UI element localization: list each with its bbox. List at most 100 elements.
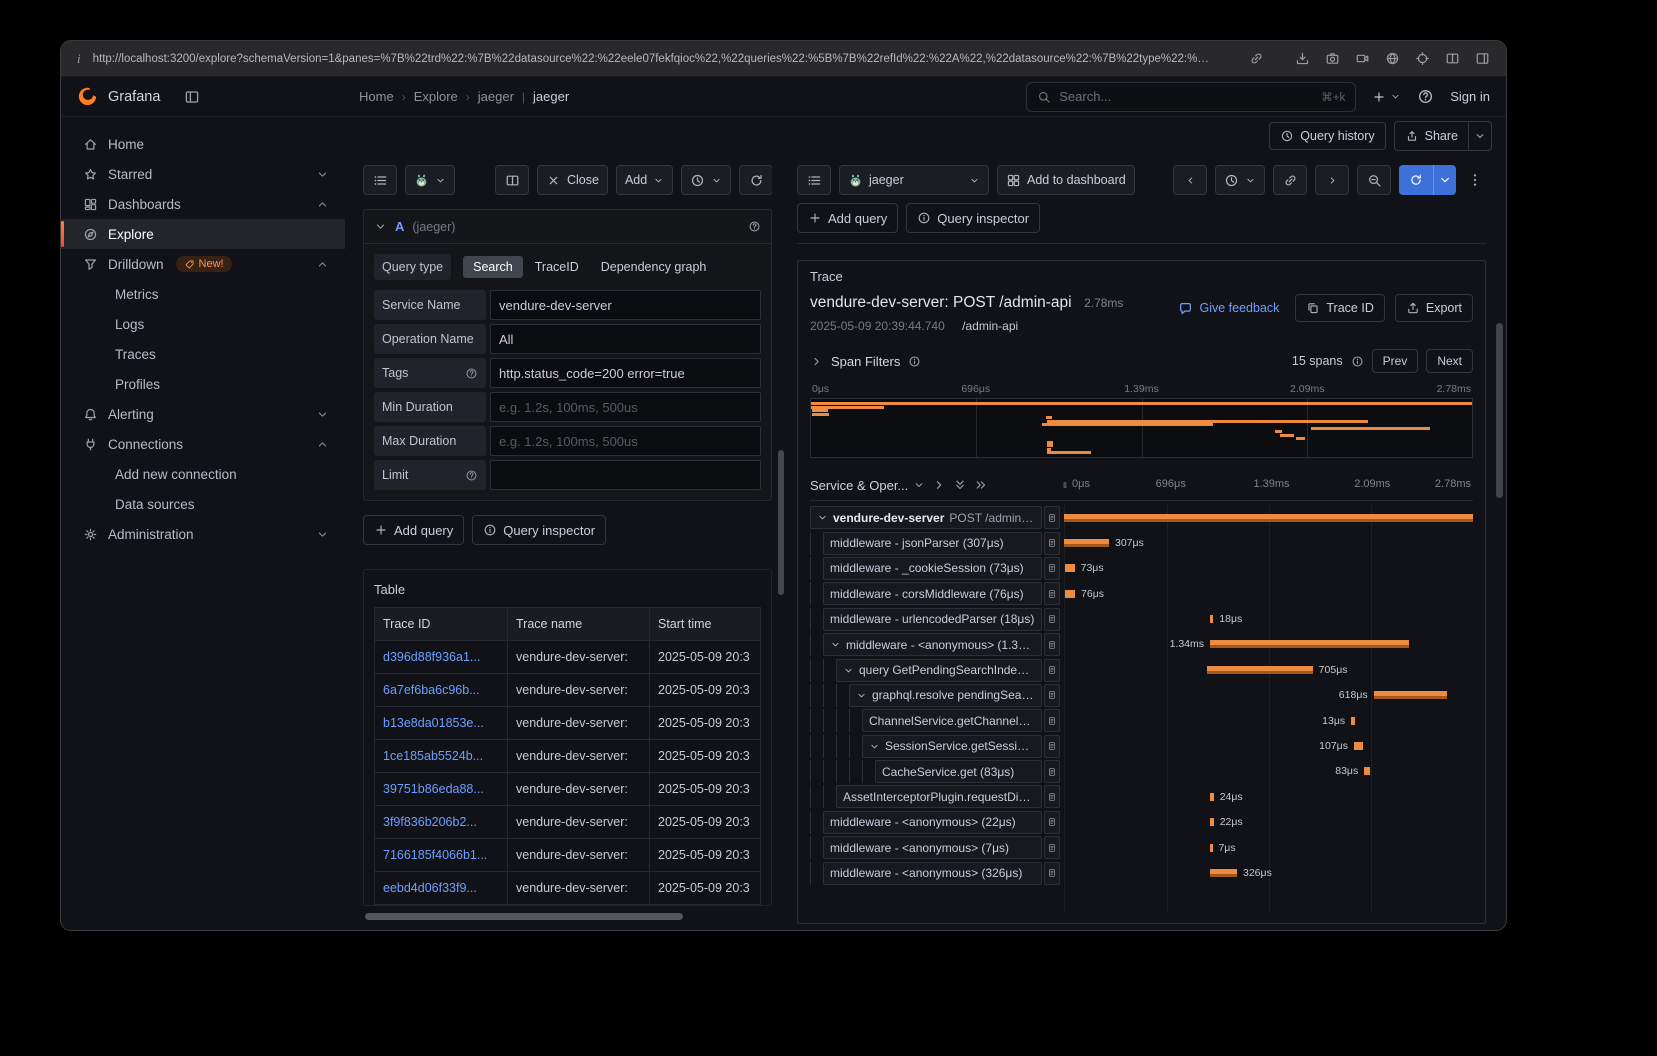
screenshot-icon[interactable] <box>1325 51 1340 66</box>
span-bar[interactable] <box>1210 793 1214 801</box>
span-log-icon[interactable] <box>1044 659 1060 682</box>
column-resize-handle[interactable] <box>1060 478 1070 492</box>
mega-menu-dock-icon[interactable] <box>184 89 200 105</box>
sidebar-item-drilldown[interactable]: DrilldownNew! <box>61 249 345 279</box>
span-toggle-icon[interactable] <box>856 690 867 701</box>
trace-id-button[interactable]: Trace ID <box>1295 294 1384 322</box>
help-icon[interactable] <box>1417 88 1434 105</box>
sidebar-item-metrics[interactable]: Metrics <box>61 279 345 309</box>
globe-icon[interactable] <box>1385 51 1400 66</box>
span-row[interactable]: middleware - _cookieSession (73μs)73μs <box>810 556 1473 581</box>
table-row[interactable]: 6a7ef6ba6c96b...vendure-dev-server:2025-… <box>375 674 761 707</box>
span-row[interactable]: vendure-dev-serverPOST /admin-api (2... <box>810 505 1473 530</box>
trace-id-link[interactable]: eebd4d06f33f9... <box>375 872 508 905</box>
span-name-cell[interactable]: vendure-dev-serverPOST /admin-api (2... <box>810 506 1060 529</box>
pane-menu-button[interactable] <box>1464 165 1486 195</box>
column-header-start-time[interactable]: Start time <box>650 608 761 641</box>
sidebar-item-data-sources[interactable]: Data sources <box>61 489 345 519</box>
span-name-cell[interactable]: middleware - corsMiddleware (76μs) <box>810 582 1060 605</box>
span-bar[interactable] <box>1354 742 1363 750</box>
collapse-query-icon[interactable] <box>374 220 387 233</box>
span-bar[interactable] <box>1210 869 1237 877</box>
input-service-name[interactable] <box>490 290 761 320</box>
span-toggle-icon[interactable] <box>817 512 828 523</box>
span-toggle-icon[interactable] <box>869 741 880 752</box>
pane-scrollbar[interactable] <box>778 450 784 595</box>
span-log-icon[interactable] <box>1044 608 1060 631</box>
add-query-button[interactable]: Add query <box>363 515 464 545</box>
span-log-icon[interactable] <box>1044 582 1060 605</box>
span-filters-toggle[interactable]: Span Filters <box>810 354 921 369</box>
span-name-cell[interactable]: middleware - <anonymous> (326μs) <box>810 862 1060 885</box>
table-row[interactable]: 1ce185ab5524b...vendure-dev-server:2025-… <box>375 740 761 773</box>
sidebar-item-logs[interactable]: Logs <box>61 309 345 339</box>
share-button[interactable]: Share <box>1394 121 1492 151</box>
span-row[interactable]: ChannelService.getChannelFro...13μs <box>810 708 1473 733</box>
collapse-all-icon[interactable] <box>974 478 988 492</box>
span-row[interactable]: middleware - <anonymous> (7μs)7μs <box>810 835 1473 860</box>
tab-dependency-graph[interactable]: Dependency graph <box>591 256 717 278</box>
span-bar[interactable] <box>1374 691 1448 699</box>
collapse-one-icon[interactable] <box>932 478 946 492</box>
query-inspector-button[interactable]: Query inspector <box>906 203 1040 233</box>
time-picker-button[interactable] <box>681 165 731 195</box>
span-name-cell[interactable]: CacheService.get (83μs) <box>810 760 1060 783</box>
sign-in-button[interactable]: Sign in <box>1450 89 1490 104</box>
span-bar[interactable] <box>1210 844 1213 852</box>
download-icon[interactable] <box>1295 51 1310 66</box>
trace-id-link[interactable]: 39751b86eda88... <box>375 773 508 806</box>
close-split-button[interactable]: Close <box>537 165 608 195</box>
refresh-interval-chevron[interactable] <box>1433 165 1456 195</box>
span-row[interactable]: middleware - <anonymous> (326μs)326μs <box>810 860 1473 885</box>
share-menu-chevron[interactable] <box>1468 122 1491 150</box>
prev-span-button[interactable]: Prev <box>1372 349 1419 373</box>
datasource-picker-button[interactable] <box>405 165 455 195</box>
breadcrumb-item-jaeger[interactable]: jaeger <box>533 89 569 104</box>
time-shift-back-button[interactable] <box>1173 165 1207 195</box>
breadcrumb-item-explore[interactable]: Explore <box>414 89 458 104</box>
table-row[interactable]: 39751b86eda88...vendure-dev-server:2025-… <box>375 773 761 806</box>
tab-search[interactable]: Search <box>463 256 523 278</box>
span-log-icon[interactable] <box>1044 785 1060 808</box>
span-bar[interactable] <box>1207 666 1313 674</box>
input-max-duration[interactable] <box>490 426 761 456</box>
add-query-button[interactable]: Add query <box>797 203 898 233</box>
span-bar[interactable] <box>1064 539 1109 547</box>
span-log-icon[interactable] <box>1044 760 1060 783</box>
sidebar-item-traces[interactable]: Traces <box>61 339 345 369</box>
zoom-out-button[interactable] <box>1357 165 1391 195</box>
service-column-header[interactable]: Service & Oper... <box>810 478 1060 493</box>
span-row[interactable]: middleware - <anonymous> (1.34ms)1.34ms <box>810 632 1473 657</box>
span-bar[interactable] <box>1064 514 1473 522</box>
time-picker-button[interactable] <box>1215 165 1265 195</box>
search-input[interactable]: Search... ⌘+k <box>1026 82 1356 112</box>
sidebar-item-add-new-connection[interactable]: Add new connection <box>61 459 345 489</box>
span-log-icon[interactable] <box>1044 862 1060 885</box>
span-row[interactable]: graphql.resolve pendingSearchIn...618μs <box>810 683 1473 708</box>
span-name-cell[interactable]: graphql.resolve pendingSearchIn... <box>810 684 1060 707</box>
sidebar-item-explore[interactable]: Explore <box>61 219 345 249</box>
span-name-cell[interactable]: middleware - jsonParser (307μs) <box>810 532 1060 555</box>
table-row[interactable]: d396d88f936a1...vendure-dev-server:2025-… <box>375 641 761 674</box>
split-view-icon[interactable] <box>1445 51 1460 66</box>
span-name-cell[interactable]: middleware - urlencodedParser (18μs) <box>810 608 1060 631</box>
table-row[interactable]: eebd4d06f33f9...vendure-dev-server:2025-… <box>375 872 761 905</box>
sidebar-item-starred[interactable]: Starred <box>61 159 345 189</box>
span-row[interactable]: middleware - corsMiddleware (76μs)76μs <box>810 581 1473 606</box>
video-icon[interactable] <box>1355 51 1370 66</box>
query-rows-toggle-button[interactable] <box>797 165 831 195</box>
trace-id-link[interactable]: 1ce185ab5524b... <box>375 740 508 773</box>
span-name-cell[interactable]: middleware - _cookieSession (73μs) <box>810 557 1060 580</box>
span-name-cell[interactable]: ChannelService.getChannelFro... <box>810 709 1060 732</box>
column-header-trace-id[interactable]: Trace ID <box>375 608 508 641</box>
breadcrumb-item-home[interactable]: Home <box>359 89 394 104</box>
url-bar[interactable]: http://localhost:3200/explore?schemaVers… <box>93 53 1213 65</box>
input-operation-name[interactable] <box>490 324 761 354</box>
give-feedback-button[interactable]: Give feedback <box>1172 300 1285 317</box>
span-name-cell[interactable]: AssetInterceptorPlugin.requestDidS... <box>810 785 1060 808</box>
span-row[interactable]: CacheService.get (83μs)83μs <box>810 759 1473 784</box>
span-bar[interactable] <box>1351 717 1355 725</box>
table-row[interactable]: b13e8da01853e...vendure-dev-server:2025-… <box>375 707 761 740</box>
span-bar[interactable] <box>1065 564 1075 572</box>
input-tags[interactable] <box>490 358 761 388</box>
